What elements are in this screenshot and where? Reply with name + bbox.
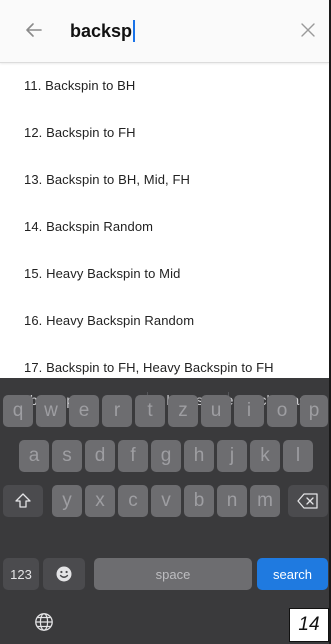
key-y[interactable]: y xyxy=(52,485,82,517)
key-g[interactable]: g xyxy=(151,440,181,472)
key-f[interactable]: f xyxy=(118,440,148,472)
key-o[interactable]: o xyxy=(267,395,297,427)
result-item[interactable]: 16. Heavy Backspin Random xyxy=(0,297,329,344)
search-bar: backsp xyxy=(0,0,329,63)
key-j[interactable]: j xyxy=(217,440,247,472)
search-input-value: backsp xyxy=(70,20,133,41)
emoji-icon xyxy=(56,566,72,582)
shift-icon xyxy=(15,493,31,508)
globe-icon[interactable] xyxy=(34,612,54,632)
key-c[interactable]: c xyxy=(118,485,148,517)
key-b[interactable]: b xyxy=(184,485,214,517)
clear-icon[interactable] xyxy=(299,21,317,39)
backspace-key[interactable] xyxy=(288,485,328,517)
key-n[interactable]: n xyxy=(217,485,247,517)
key-x[interactable]: x xyxy=(85,485,115,517)
key-k[interactable]: k xyxy=(250,440,280,472)
key-i[interactable]: i xyxy=(234,395,264,427)
backspace-icon xyxy=(297,493,318,509)
search-key[interactable]: search xyxy=(257,558,328,590)
key-h[interactable]: h xyxy=(184,440,214,472)
key-e[interactable]: e xyxy=(69,395,99,427)
back-arrow-icon[interactable] xyxy=(24,20,44,40)
key-s[interactable]: s xyxy=(52,440,82,472)
emoji-key[interactable] xyxy=(43,558,85,590)
result-item[interactable]: 15. Heavy Backspin to Mid xyxy=(0,250,329,297)
key-z[interactable]: z xyxy=(168,395,198,427)
key-l[interactable]: l xyxy=(283,440,313,472)
key-u[interactable]: u xyxy=(201,395,231,427)
shift-key[interactable] xyxy=(3,485,43,517)
search-results-list: 11. Backspin to BH 12. Backspin to FH 13… xyxy=(0,62,329,391)
search-input[interactable]: backsp xyxy=(70,16,280,46)
result-item[interactable]: 13. Backspin to BH, Mid, FH xyxy=(0,156,329,203)
key-a[interactable]: a xyxy=(19,440,49,472)
key-w[interactable]: w xyxy=(36,395,66,427)
app-screen: backsp 11. Backspin to BH 12. Backspin t… xyxy=(0,0,331,644)
page-number-badge: 14 xyxy=(289,608,329,642)
result-item[interactable]: 12. Backspin to FH xyxy=(0,109,329,156)
result-item[interactable]: 11. Backspin to BH xyxy=(0,62,329,109)
on-screen-keyboard: “backsp” backspace backsplash q w e r t … xyxy=(0,378,329,644)
key-p[interactable]: p xyxy=(300,395,328,427)
key-m[interactable]: m xyxy=(250,485,280,517)
key-q[interactable]: q xyxy=(3,395,33,427)
space-key[interactable]: space xyxy=(94,558,252,590)
text-caret xyxy=(133,20,136,42)
key-r[interactable]: r xyxy=(102,395,132,427)
key-d[interactable]: d xyxy=(85,440,115,472)
key-v[interactable]: v xyxy=(151,485,181,517)
result-item[interactable]: 14. Backspin Random xyxy=(0,203,329,250)
numbers-key[interactable]: 123 xyxy=(3,558,39,590)
key-t[interactable]: t xyxy=(135,395,165,427)
